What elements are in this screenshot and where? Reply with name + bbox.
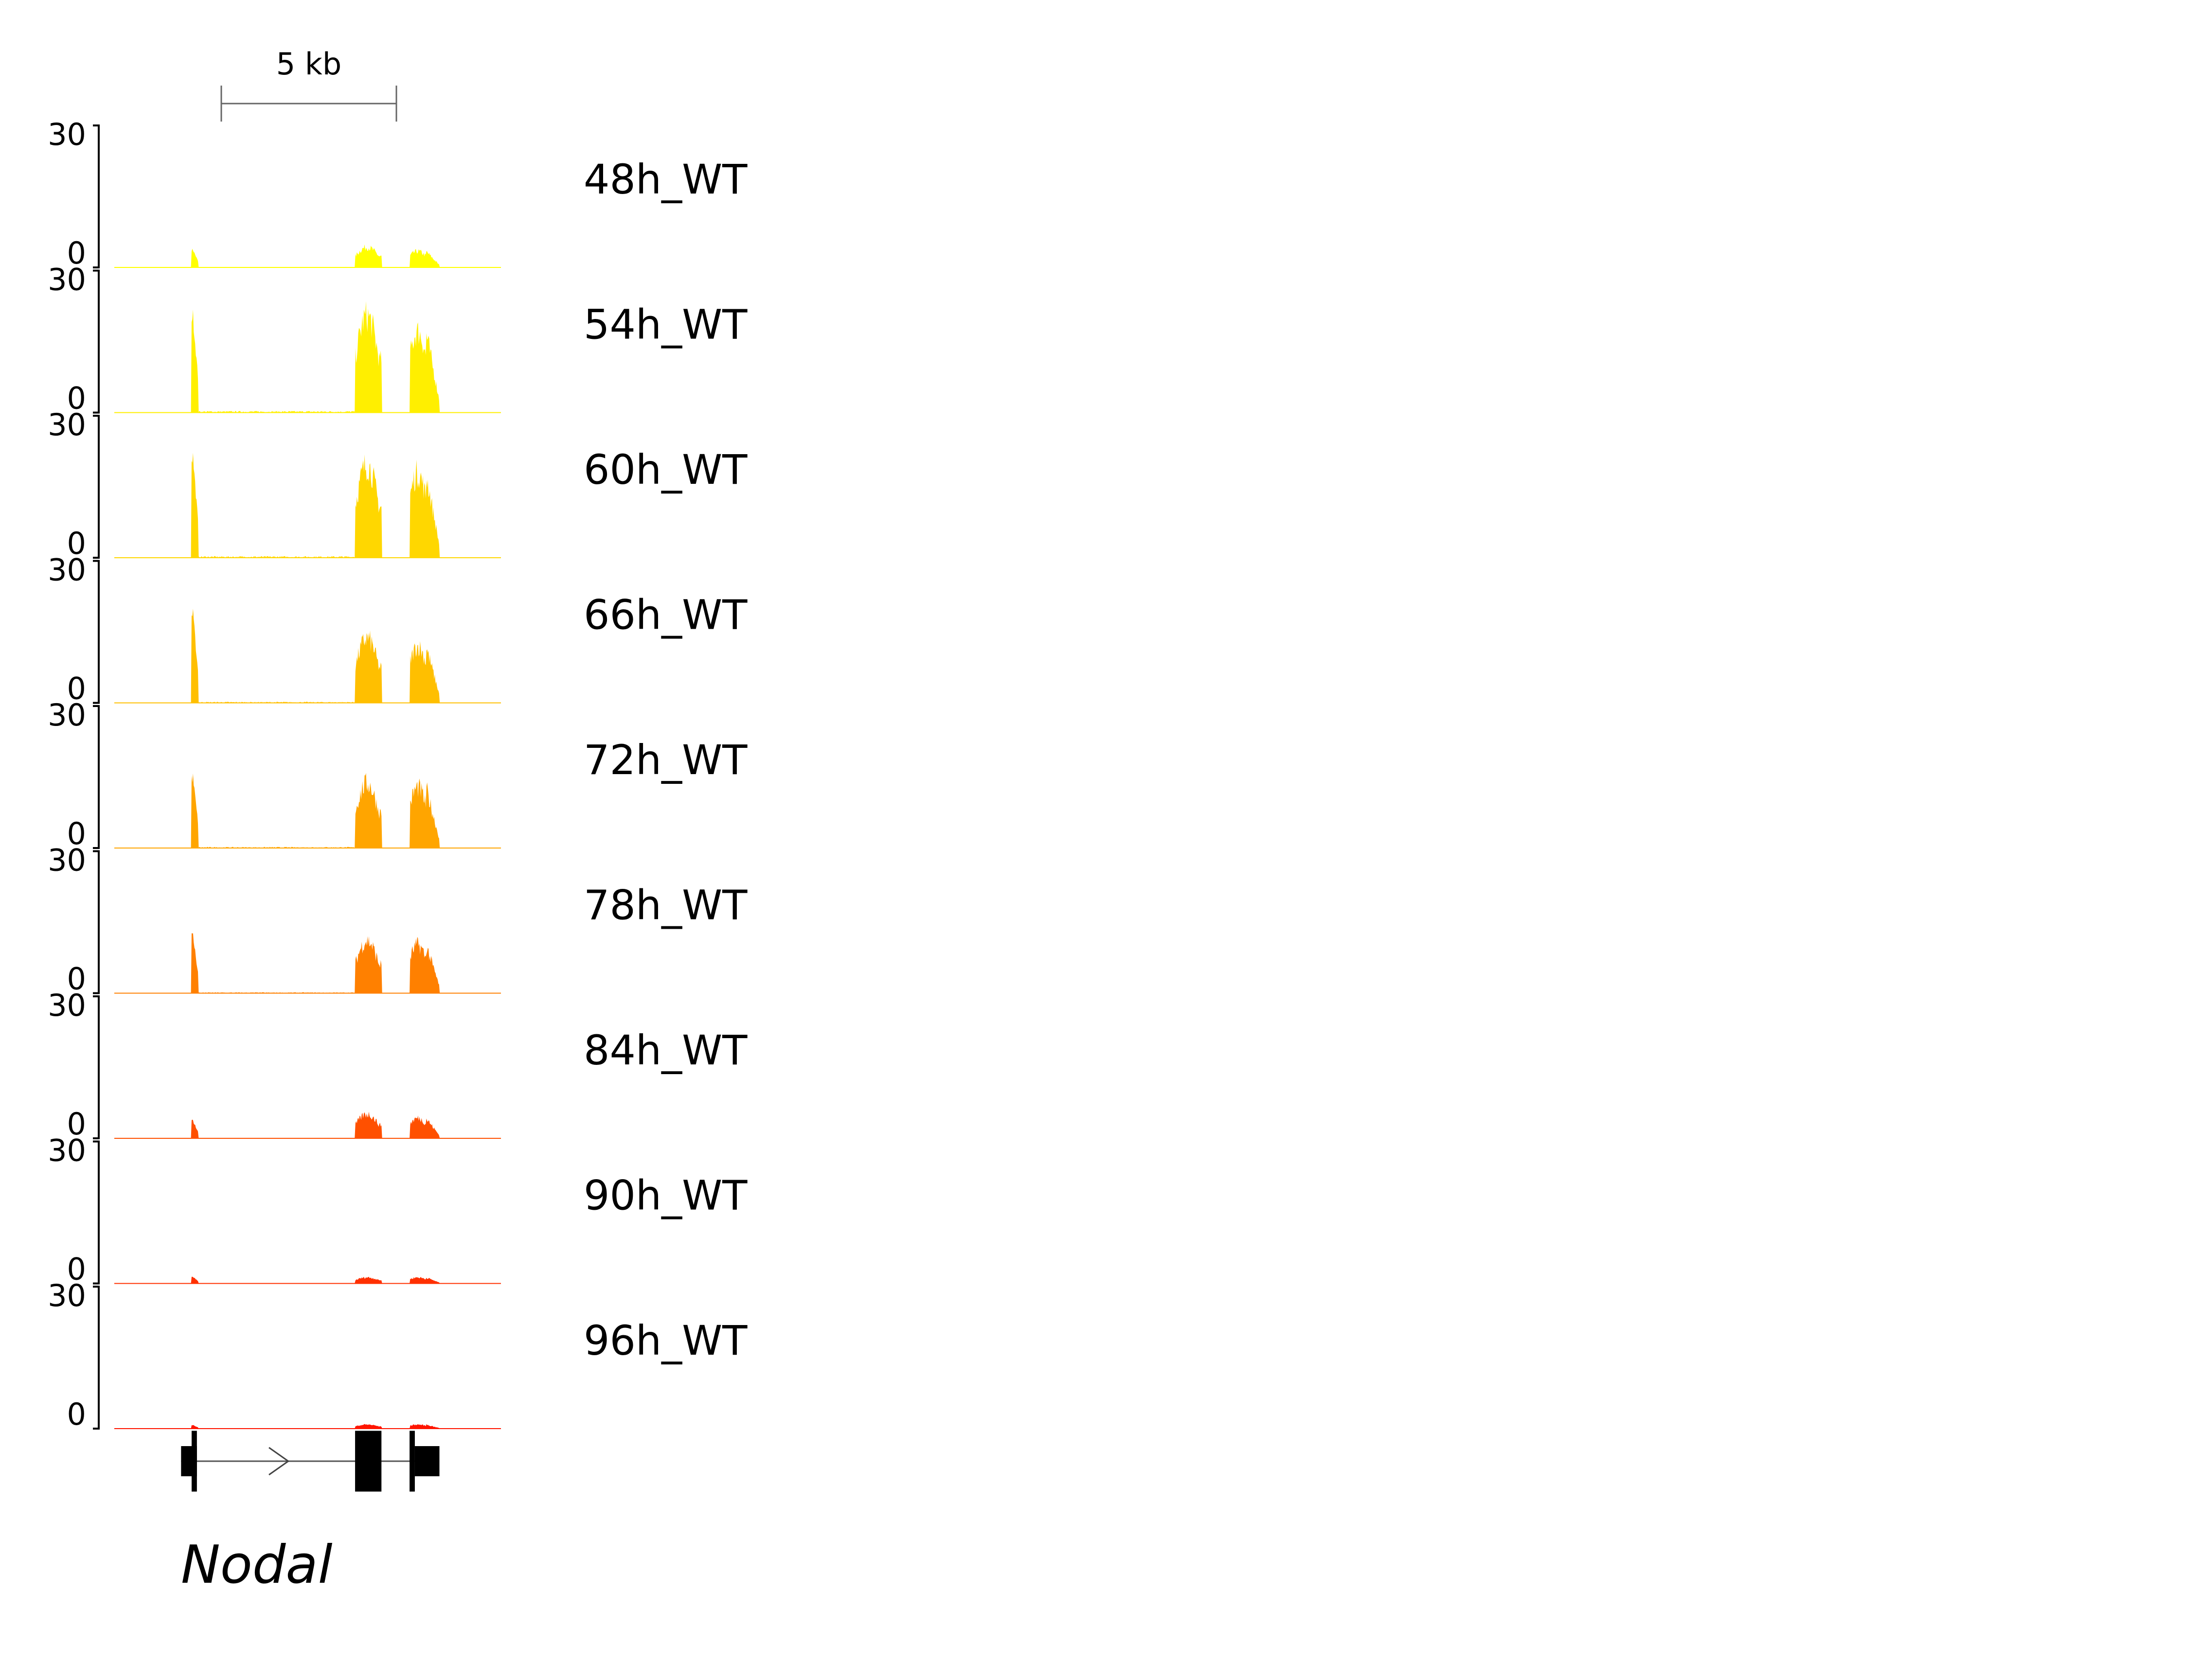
gene-model <box>181 1431 440 1492</box>
y-tick-label-max: 30 <box>48 697 86 733</box>
track-label: 84h_WT <box>584 1026 748 1074</box>
gene-exon-4 <box>410 1431 415 1492</box>
track-78h_WT: 30078h_WT <box>48 843 748 997</box>
track-label: 66h_WT <box>584 591 748 639</box>
track-stack: 30048h_WT30054h_WT30060h_WT30066h_WT3007… <box>48 117 748 1432</box>
track-66h_WT: 30066h_WT <box>48 552 748 707</box>
coverage-area <box>114 301 501 413</box>
gene-exon-5 <box>414 1446 440 1476</box>
gene-exon-2 <box>192 1431 197 1492</box>
track-label: 78h_WT <box>584 882 748 929</box>
track-48h_WT: 30048h_WT <box>48 117 748 271</box>
coverage-figure: 5 kb 30048h_WT30054h_WT30060h_WT30066h_W… <box>48 46 748 1595</box>
coverage-area <box>114 244 501 267</box>
track-84h_WT: 30084h_WT <box>48 988 748 1142</box>
y-tick-label-max: 30 <box>48 552 86 588</box>
track-label: 90h_WT <box>584 1172 748 1220</box>
y-tick-label-max: 30 <box>48 407 86 442</box>
track-72h_WT: 30072h_WT <box>48 697 748 851</box>
track-label: 54h_WT <box>584 301 748 349</box>
y-tick-label-max: 30 <box>48 988 86 1023</box>
gene-name: Nodal <box>181 1535 333 1595</box>
y-tick-label-max: 30 <box>48 843 86 878</box>
scale-bar-label: 5 kb <box>276 46 341 82</box>
coverage-area <box>114 1276 501 1284</box>
coverage-area <box>114 453 501 558</box>
coverage-area <box>114 773 501 848</box>
track-54h_WT: 30054h_WT <box>48 262 748 416</box>
gene-exon-3 <box>355 1431 382 1492</box>
y-tick-label-max: 30 <box>48 1133 86 1168</box>
y-tick-label-min: 0 <box>67 1397 86 1432</box>
coverage-area <box>114 608 501 703</box>
track-label: 60h_WT <box>584 446 748 494</box>
track-label: 48h_WT <box>584 156 748 203</box>
track-90h_WT: 30090h_WT <box>48 1133 748 1287</box>
y-tick-label-max: 30 <box>48 117 86 152</box>
coverage-area <box>114 1112 501 1138</box>
track-96h_WT: 30 0 96h_WT <box>48 1278 748 1432</box>
coverage-area <box>114 1424 501 1429</box>
track-label: 72h_WT <box>584 736 748 784</box>
y-tick-label-max: 30 <box>48 1278 86 1313</box>
track-60h_WT: 30060h_WT <box>48 407 748 561</box>
scale-bar: 5 kb <box>220 46 397 122</box>
y-tick-label-max: 30 <box>48 262 86 298</box>
track-label: 96h_WT <box>584 1317 748 1364</box>
coverage-area <box>114 933 501 993</box>
